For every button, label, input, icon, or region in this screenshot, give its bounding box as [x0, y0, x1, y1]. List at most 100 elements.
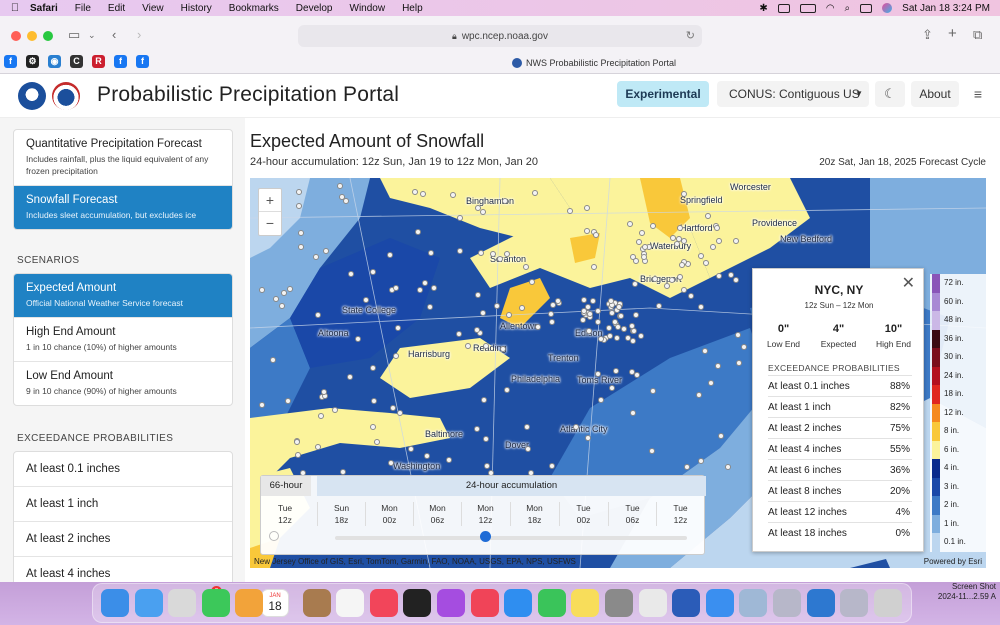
- sidebar-toggle-icon[interactable]: ▭: [68, 27, 80, 43]
- forecast-point[interactable]: [548, 319, 555, 326]
- forecast-point[interactable]: [393, 352, 400, 359]
- forecast-point[interactable]: [293, 438, 300, 445]
- forecast-point[interactable]: [427, 250, 434, 257]
- close-window-button[interactable]: [11, 31, 21, 41]
- forecast-point[interactable]: [650, 222, 657, 229]
- forecast-point[interactable]: [370, 268, 377, 275]
- reminders-icon[interactable]: [336, 589, 365, 617]
- scenario-low-end[interactable]: Low End Amount 9 in 10 chance (90%) of h…: [14, 362, 232, 405]
- dark-mode-toggle[interactable]: ☾: [875, 81, 905, 107]
- forecast-point[interactable]: [608, 385, 615, 392]
- forecast-point[interactable]: [597, 335, 604, 342]
- chrome-icon[interactable]: [638, 589, 667, 617]
- forecast-point[interactable]: [678, 261, 685, 268]
- forecast-point[interactable]: [456, 330, 463, 337]
- back-icon[interactable]: ‹: [112, 27, 116, 42]
- facebook-icon[interactable]: f: [136, 55, 149, 68]
- forecast-point[interactable]: [631, 280, 638, 287]
- share-icon[interactable]: ⇪: [922, 27, 933, 43]
- reload-icon[interactable]: ↻: [686, 29, 695, 42]
- forecast-point[interactable]: [340, 468, 347, 475]
- facebook-icon[interactable]: f: [114, 55, 127, 68]
- forecast-point[interactable]: [369, 365, 376, 372]
- forecast-point[interactable]: [680, 287, 687, 294]
- forecast-point[interactable]: [697, 303, 704, 310]
- forecast-point[interactable]: [567, 208, 573, 215]
- word-icon[interactable]: [672, 589, 701, 617]
- time-step[interactable]: Mon 06z: [413, 502, 461, 526]
- forecast-point[interactable]: [320, 388, 327, 395]
- forecast-point[interactable]: [423, 452, 430, 459]
- powered-by-esri[interactable]: Powered by Esri: [924, 557, 982, 566]
- photos-icon[interactable]: [235, 589, 264, 617]
- bluetooth-icon[interactable]: ✱: [759, 3, 767, 14]
- time-step[interactable]: Mon 00z: [365, 502, 413, 526]
- apple-tv-icon[interactable]: [403, 589, 432, 617]
- calendar-icon[interactable]: JAN 18: [261, 589, 289, 617]
- forecast-point[interactable]: [269, 357, 276, 364]
- forecast-point[interactable]: [503, 386, 510, 393]
- forecast-point[interactable]: [607, 298, 614, 305]
- exceedance-item[interactable]: At least 1 inch: [14, 487, 232, 522]
- forecast-point[interactable]: [597, 396, 604, 403]
- help-icon[interactable]: [773, 589, 801, 617]
- site-title[interactable]: Probabilistic Precipitation Portal: [97, 83, 399, 107]
- gear-icon[interactable]: ⚙: [26, 55, 39, 68]
- forecast-point[interactable]: [614, 334, 621, 341]
- forecast-point[interactable]: [718, 432, 725, 439]
- forecast-point[interactable]: [732, 237, 739, 244]
- hamburger-menu-icon[interactable]: ≡: [964, 81, 992, 107]
- product-qpf[interactable]: Quantitative Precipitation Forecast Incl…: [14, 130, 232, 186]
- forecast-point[interactable]: [312, 253, 319, 260]
- tab-overview-icon[interactable]: ⧉: [973, 27, 982, 43]
- minimize-window-button[interactable]: [27, 31, 37, 41]
- forecast-point[interactable]: [323, 247, 329, 254]
- forecast-point[interactable]: [617, 312, 624, 319]
- news-icon[interactable]: [470, 589, 499, 617]
- forecast-point[interactable]: [606, 332, 613, 339]
- menu-edit[interactable]: Edit: [108, 3, 125, 14]
- system-settings-icon[interactable]: [605, 589, 633, 617]
- forecast-point[interactable]: [708, 379, 715, 386]
- contacts-icon[interactable]: [302, 589, 331, 617]
- forecast-point[interactable]: [475, 204, 482, 211]
- forecast-point[interactable]: [416, 286, 423, 293]
- forecast-point[interactable]: [583, 205, 590, 212]
- noaa-logo[interactable]: [18, 82, 46, 110]
- podcasts-icon[interactable]: [437, 589, 465, 617]
- siri-icon[interactable]: [882, 3, 893, 13]
- scenario-expected[interactable]: Expected Amount Official National Weathe…: [14, 274, 232, 318]
- forecast-point[interactable]: [407, 446, 414, 453]
- forecast-point[interactable]: [727, 271, 734, 278]
- forecast-point[interactable]: [594, 307, 601, 314]
- search-icon[interactable]: ⌕: [845, 3, 851, 14]
- forecast-point[interactable]: [317, 413, 324, 420]
- menu-bookmarks[interactable]: Bookmarks: [229, 3, 279, 14]
- scenario-high-end[interactable]: High End Amount 1 in 10 chance (10%) of …: [14, 318, 232, 362]
- forecast-point[interactable]: [549, 462, 556, 469]
- forecast-point[interactable]: [369, 423, 376, 430]
- forecast-point[interactable]: [676, 225, 683, 232]
- forecast-point[interactable]: [397, 409, 404, 416]
- facebook-icon[interactable]: f: [4, 55, 17, 68]
- forecast-point[interactable]: [580, 307, 587, 314]
- forecast-point[interactable]: [427, 303, 434, 310]
- forecast-point[interactable]: [697, 252, 704, 259]
- globe-icon[interactable]: [806, 589, 835, 617]
- desktop-screenshot-file[interactable]: Screen Shot 2024-11...2.59 A: [934, 582, 996, 602]
- region-select[interactable]: CONUS: Contiguous US ▼: [717, 81, 869, 107]
- time-slider-handle[interactable]: [480, 531, 491, 542]
- time-step[interactable]: Tue 12z: [261, 502, 309, 526]
- forecast-point[interactable]: [735, 359, 742, 366]
- forecast-point[interactable]: [715, 362, 722, 369]
- forecast-point[interactable]: [586, 327, 592, 334]
- forecast-point[interactable]: [633, 257, 640, 264]
- safari-icon[interactable]: [705, 589, 734, 617]
- forecast-point[interactable]: [703, 259, 710, 266]
- time-step[interactable]: Tue 06z: [608, 502, 656, 526]
- forecast-point[interactable]: [294, 451, 301, 458]
- experimental-button[interactable]: Experimental: [617, 81, 709, 107]
- forecast-point[interactable]: [572, 423, 579, 430]
- preview-icon[interactable]: [739, 589, 768, 617]
- forecast-point[interactable]: [628, 368, 635, 375]
